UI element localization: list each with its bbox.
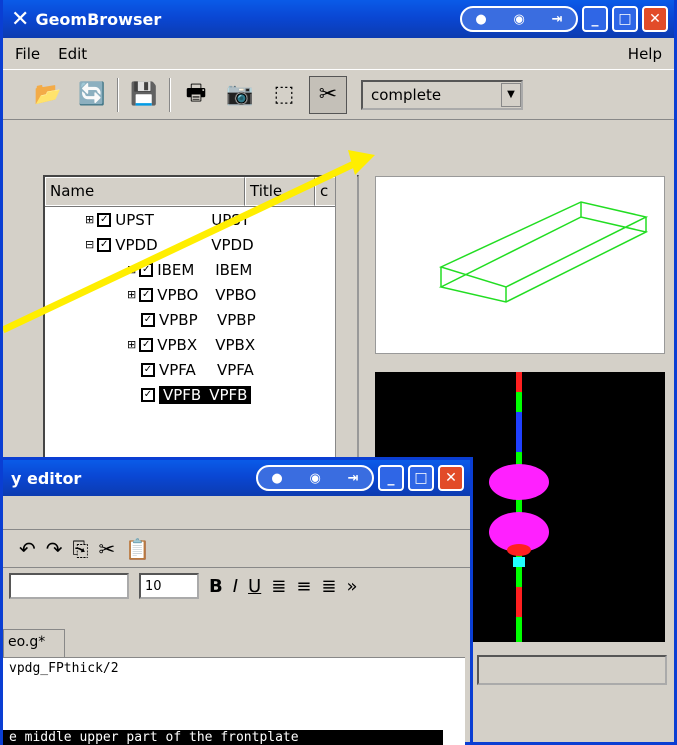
editor-close-button[interactable]: ✕ <box>438 465 464 491</box>
app-x-icon: ✕ <box>11 6 30 32</box>
editor-toolbar: ↶ ↷ ⎘ ✂ 📋 <box>3 530 470 568</box>
editor-text-area[interactable]: vpdg_FPthick/2 e middle upper part of th… <box>3 657 465 745</box>
toolbar-separator <box>117 77 119 112</box>
cut-icon[interactable]: ✂ <box>99 537 116 561</box>
window-title: GeomBrowser <box>35 9 162 29</box>
toolbar: 📂 🔄 💾 🖶 📷 ⬚ ✂ complete ▼ <box>3 70 674 120</box>
checkbox-icon[interactable]: ✓ <box>141 387 155 402</box>
editor-title-pill[interactable]: ● ◉ ⇥ <box>256 465 374 491</box>
editor-title: y editor <box>11 468 82 488</box>
cut-view-icon[interactable]: ✂ <box>309 75 347 114</box>
paste-icon[interactable]: 📋 <box>125 537 150 561</box>
undo-icon[interactable]: ↶ <box>19 537 36 561</box>
align-right-icon[interactable]: ≣ <box>321 576 336 597</box>
geombrowser-window: ✕ GeomBrowser ● ◉ ⇥ _ □ ✕ File Edit Help 📂… <box>0 0 677 745</box>
editor-maximize-button[interactable]: □ <box>408 465 434 491</box>
viewer-combo[interactable] <box>477 655 667 685</box>
wireframe-box-drawing <box>438 201 649 303</box>
align-center-icon[interactable]: ≡ <box>296 576 311 597</box>
bold-button[interactable]: B <box>209 576 223 597</box>
editor-line-highlighted: e middle upper part of the frontplate <box>3 730 443 745</box>
minimize-button[interactable]: _ <box>582 6 608 32</box>
checkbox-icon[interactable]: ✓ <box>141 362 155 377</box>
view-mode-combo[interactable]: complete ▼ <box>361 79 523 110</box>
annotation-arrow <box>3 150 375 334</box>
editor-minimize-button[interactable]: _ <box>378 465 404 491</box>
viewer-icon[interactable]: 📷 <box>221 76 259 114</box>
editor-file-tab[interactable]: eo.g* <box>3 629 65 657</box>
save-icon[interactable]: 💾 <box>125 76 163 114</box>
tree-row[interactable]: ✓ VPFA VPFA <box>45 357 357 382</box>
title-bar[interactable]: ✕ GeomBrowser ● ◉ ⇥ _ □ ✕ <box>3 0 674 38</box>
align-left-icon[interactable]: ≣ <box>271 576 286 597</box>
toolbar-separator <box>169 77 171 112</box>
menu-file[interactable]: File <box>15 45 40 63</box>
format-toolbar: 10 B I U ≣ ≡ ≣ » <box>3 568 470 604</box>
view-mode-value: complete <box>371 85 442 104</box>
menu-bar: File Edit Help <box>3 38 674 70</box>
wireframe-viewport[interactable] <box>375 176 665 354</box>
maximize-button[interactable]: □ <box>612 6 638 32</box>
close-button[interactable]: ✕ <box>642 6 668 32</box>
copy-icon[interactable]: ⎘ <box>73 537 89 561</box>
more-icon[interactable]: » <box>347 576 358 597</box>
cube-icon[interactable]: ⬚ <box>265 76 303 114</box>
chevron-down-icon[interactable]: ▼ <box>501 82 521 107</box>
redo-icon[interactable]: ↷ <box>46 537 63 561</box>
editor-menu-bar <box>3 496 470 530</box>
tree-row-selected[interactable]: ✓ VPFB VPFB <box>45 382 357 407</box>
open-folder-icon[interactable]: 📂 <box>29 76 67 114</box>
refresh-icon[interactable]: 🔄 <box>73 76 111 114</box>
font-family-combo[interactable] <box>9 573 129 599</box>
underline-button[interactable]: U <box>248 576 261 597</box>
menu-edit[interactable]: Edit <box>58 45 87 63</box>
editor-title-bar[interactable]: y editor ● ◉ ⇥ _ □ ✕ <box>3 460 470 496</box>
editor-line: vpdg_FPthick/2 <box>9 661 119 676</box>
font-size-combo[interactable]: 10 <box>139 573 199 599</box>
italic-button[interactable]: I <box>233 576 238 597</box>
title-pill-buttons[interactable]: ● ◉ ⇥ <box>460 6 578 32</box>
menu-help[interactable]: Help <box>628 45 662 63</box>
print-icon[interactable]: 🖶 <box>177 76 215 114</box>
